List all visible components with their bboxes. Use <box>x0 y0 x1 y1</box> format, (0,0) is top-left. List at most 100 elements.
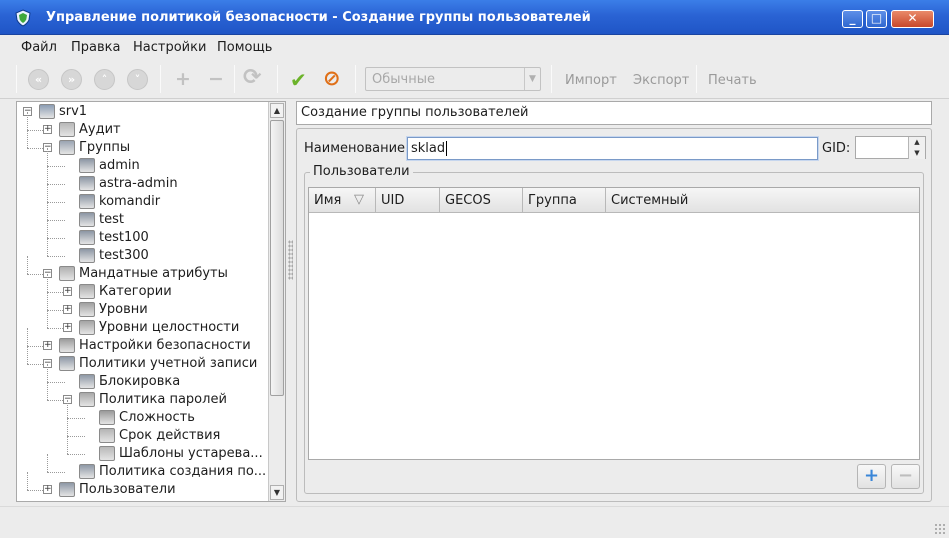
tree-scrollbar[interactable]: ▲ ▼ <box>268 102 285 501</box>
gid-spinbox[interactable]: ▲ ▼ <box>855 136 926 159</box>
expand-icon[interactable]: + <box>63 287 72 296</box>
tree-item[interactable]: test100 <box>17 220 267 248</box>
user-icon <box>79 176 95 191</box>
tree-connector <box>47 274 48 292</box>
expand-icon[interactable]: + <box>63 305 72 314</box>
tree-item[interactable]: Срок действия <box>17 418 267 446</box>
toolbar-separator <box>277 65 278 93</box>
tree-item-label: Политика создания по... <box>99 464 267 479</box>
menu-edit[interactable]: Правка <box>71 40 120 55</box>
tree-connector <box>67 436 85 437</box>
tree-connector <box>47 382 65 383</box>
menu-help[interactable]: Помощь <box>217 40 272 55</box>
tree-connector <box>47 382 48 400</box>
tree-connector <box>67 400 68 418</box>
toolbar-separator <box>160 65 161 93</box>
tree-item[interactable]: − Группы <box>17 130 267 158</box>
resize-grip-icon[interactable] <box>934 523 946 535</box>
refresh-icon[interactable]: ⟳ <box>243 65 261 90</box>
column-header-gecos[interactable]: GECOS <box>440 188 523 213</box>
tree-item[interactable]: komandir <box>17 184 267 212</box>
down-icon[interactable]: ˅ <box>127 69 148 90</box>
filter-combo[interactable]: Обычные ▼ <box>365 67 541 91</box>
tree-item-label: Пользователи <box>79 482 176 497</box>
column-header-name[interactable]: Имя ▽ <box>309 188 376 213</box>
sort-indicator-icon: ▽ <box>354 192 364 207</box>
expand-icon[interactable]: + <box>43 125 52 134</box>
toolbar-separator <box>234 65 235 93</box>
close-button[interactable]: ✕ <box>891 10 934 28</box>
tree-item[interactable]: astra-admin <box>17 166 267 194</box>
tree-connector <box>27 472 28 490</box>
tree-item-label: Уровни целостности <box>99 320 240 335</box>
expand-icon[interactable]: + <box>43 341 52 350</box>
cancel-icon[interactable]: ⊘ <box>323 66 341 90</box>
shield-icon <box>15 9 31 27</box>
column-header-label: Имя <box>314 193 342 208</box>
tree-connector <box>47 166 48 184</box>
tree-item[interactable]: Шаблоны устарева... <box>17 436 267 464</box>
up-icon[interactable]: ˄ <box>94 69 115 90</box>
column-header-group[interactable]: Группа <box>523 188 606 213</box>
add-icon[interactable]: + <box>175 68 191 90</box>
column-header-system[interactable]: Системный <box>606 188 919 213</box>
tree-connector <box>47 256 65 257</box>
spin-up-icon[interactable]: ▲ <box>908 137 925 148</box>
tree-item[interactable]: test300 <box>17 238 267 266</box>
splitter-handle[interactable] <box>288 240 293 280</box>
tree-item[interactable]: − srv1 <box>17 104 267 122</box>
expand-icon[interactable]: + <box>43 485 52 494</box>
apply-icon[interactable]: ✔ <box>290 68 307 92</box>
tree-item-label: Группы <box>79 140 131 155</box>
import-button[interactable]: Импорт <box>565 73 617 88</box>
tree-connector <box>47 472 65 473</box>
plus-icon: + <box>863 465 880 486</box>
tree-item[interactable]: Блокировка <box>17 364 267 392</box>
tree-connector <box>47 310 48 328</box>
add-user-button[interactable]: + <box>857 464 886 489</box>
tree-item[interactable]: − Мандатные атрибуты <box>17 256 267 284</box>
menu-file[interactable]: Файл <box>21 40 57 55</box>
navigation-tree[interactable]: − srv1 + Аудит − Группы admin astra-admin komand… <box>16 101 286 502</box>
expand-icon[interactable]: + <box>63 323 72 332</box>
expiry-icon <box>99 428 115 443</box>
scroll-thumb[interactable] <box>270 120 284 396</box>
tree-item[interactable]: + Пользователи <box>17 472 267 500</box>
remove-icon[interactable]: − <box>208 68 224 90</box>
print-button[interactable]: Печать <box>708 73 757 88</box>
tree-connector <box>47 292 48 310</box>
tree-item[interactable]: + Уровни целостности <box>17 310 267 338</box>
menu-settings[interactable]: Настройки <box>133 40 206 55</box>
column-header-uid[interactable]: UID <box>376 188 440 213</box>
scroll-down-icon[interactable]: ▼ <box>270 485 284 500</box>
minimize-button[interactable]: _ <box>842 10 863 28</box>
tree-item[interactable]: + Категории <box>17 274 267 302</box>
tree-item[interactable]: Сложность <box>17 400 267 428</box>
tree-item[interactable]: − Политики учетной записи <box>17 346 267 374</box>
lock-user-icon <box>79 374 95 389</box>
toolbar-separator <box>16 65 17 93</box>
users-table[interactable]: Имя ▽ UID GECOS Группа Системный <box>308 187 920 460</box>
tree-item[interactable]: + Аудит <box>17 112 267 140</box>
tree-connector <box>47 220 65 221</box>
spin-down-icon[interactable]: ▼ <box>908 148 925 159</box>
last-icon[interactable]: » <box>61 69 82 90</box>
tree-item[interactable]: + Уровни <box>17 292 267 320</box>
tree-item[interactable]: − Политика паролей <box>17 382 267 410</box>
tree-connector <box>47 184 65 185</box>
name-input[interactable]: sklad <box>407 137 818 160</box>
users-icon <box>59 482 75 497</box>
tree-item-label: Политика паролей <box>99 392 227 407</box>
maximize-button[interactable]: □ <box>866 10 887 28</box>
tree-item[interactable]: + Настройки безопасности <box>17 328 267 356</box>
tree-connector <box>67 418 68 436</box>
remove-user-button[interactable]: − <box>891 464 920 489</box>
tree-item[interactable]: admin <box>17 148 267 176</box>
tree-item[interactable]: Политика создания по... <box>17 454 267 482</box>
first-icon[interactable]: « <box>28 69 49 90</box>
title-bar: Управление политикой безопасности - Созд… <box>0 0 949 35</box>
scroll-up-icon[interactable]: ▲ <box>270 103 284 118</box>
tree-item[interactable]: test <box>17 202 267 230</box>
tree-item-label: Настройки безопасности <box>79 338 251 353</box>
export-button[interactable]: Экспорт <box>633 73 689 88</box>
